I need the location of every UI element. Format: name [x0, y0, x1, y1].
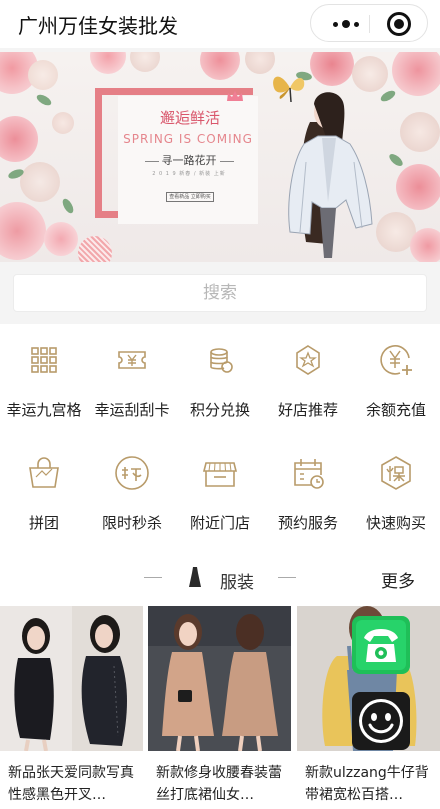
menu-item-label: 快速购买: [365, 514, 426, 532]
menu-item-flash-sale[interactable]: 限时秒杀: [88, 437, 176, 547]
flower-decoration: [310, 52, 354, 86]
menu-item-scratch-card[interactable]: 幸运刮刮卡: [88, 324, 176, 434]
flower-decoration: [410, 228, 440, 262]
menu-item-group-buy[interactable]: 拼团: [0, 437, 88, 547]
flower-decoration: [200, 52, 240, 80]
menu-item-label: 余额充值: [365, 401, 426, 419]
menu-item-label: 积分兑换: [189, 401, 250, 419]
product-card[interactable]: 新品张天爱同款写真性感黑色开叉…: [0, 606, 143, 809]
search-section: 搜索: [0, 262, 440, 324]
smiley-service-icon: [352, 692, 410, 750]
seckill-icon: [115, 456, 149, 490]
banner-button: 查看新品 立即购买: [166, 192, 214, 202]
banner-subtitle: 寻一路花开: [120, 152, 258, 168]
banner-title: 邂逅鲜活: [159, 109, 220, 127]
flower-decoration: [0, 116, 38, 162]
section-header: 服装 更多: [0, 560, 440, 604]
grid-icon: [31, 347, 57, 373]
coins-icon: [210, 348, 233, 373]
menu-item-label: 预约服务: [277, 514, 338, 532]
banner-small-text: 2 0 1 9 新春 / 新装 上新: [152, 171, 226, 177]
menu-item-recommended-shops[interactable]: 好店推荐: [264, 324, 352, 434]
product-name[interactable]: 新款修身收腰春装蕾丝打底裙仙女…: [156, 762, 288, 806]
app-title: 广州万佳女装批发: [18, 14, 178, 38]
dress-icon: [189, 567, 201, 587]
shopping-bag-icon: [29, 457, 59, 488]
flower-decoration: [44, 222, 78, 256]
menu-item-label: 限时秒杀: [101, 514, 162, 532]
section-divider-left: [144, 577, 162, 578]
flower-decoration: [28, 60, 58, 90]
close-program-icon[interactable]: [387, 12, 411, 36]
menu-item-quick-buy[interactable]: 快速购买: [352, 437, 440, 547]
promo-banner[interactable]: 邂逅鲜活 SPRING IS COMING 寻一路花开 2 0 1 9 新春 /…: [0, 52, 440, 262]
flower-decoration: [392, 52, 440, 96]
product-image[interactable]: [148, 606, 291, 751]
leaf-decoration: [35, 92, 53, 108]
storefront-icon: [202, 462, 238, 487]
menu-item-label: 附近门店: [189, 514, 250, 532]
more-options-icon[interactable]: [321, 5, 371, 43]
flower-decoration: [90, 52, 126, 74]
phone-icon: [352, 616, 410, 674]
capsule-divider: [369, 15, 370, 33]
section-divider-right: [278, 577, 296, 578]
menu-item-label: 好店推荐: [277, 401, 338, 419]
badge-star-icon: [296, 345, 320, 375]
mini-program-capsule: [310, 4, 428, 42]
flower-decoration: [52, 112, 74, 134]
crown-icon: [227, 91, 243, 101]
flower-decoration: [130, 52, 160, 72]
section-more-link[interactable]: 更多: [381, 567, 415, 592]
leaf-decoration: [60, 197, 76, 215]
menu-item-points-exchange[interactable]: 积分兑换: [176, 324, 264, 434]
model-illustration: [288, 92, 373, 258]
menu-item-nearby-stores[interactable]: 附近门店: [176, 437, 264, 547]
ticket-icon: [118, 351, 146, 369]
flower-decoration: [396, 164, 440, 210]
menu-item-appointment[interactable]: 预约服务: [264, 437, 352, 547]
yen-plus-icon: [380, 345, 412, 375]
calendar-clock-icon: [294, 459, 324, 489]
flower-decoration: [400, 112, 440, 152]
product-card[interactable]: 新款修身收腰春装蕾丝打底裙仙女…: [148, 606, 291, 809]
menu-item-label: 拼团: [28, 514, 59, 532]
quick-buy-icon: [381, 456, 411, 490]
top-bar: 广州万佳女装批发: [0, 0, 440, 48]
flower-decoration: [20, 162, 60, 202]
product-name[interactable]: 新品张天爱同款写真性感黑色开叉…: [8, 762, 140, 806]
leaf-decoration: [387, 151, 405, 169]
product-name[interactable]: 新款ulzzang牛仔背带裙宽松百搭…: [305, 762, 437, 806]
function-grid: 幸运九宫格 幸运刮刮卡 积分兑换 好店推荐 余额充值 拼团 限时秒杀 附近门店 …: [0, 324, 440, 560]
menu-item-lucky-grid[interactable]: 幸运九宫格: [0, 324, 88, 434]
product-image[interactable]: [0, 606, 143, 751]
menu-item-balance-recharge[interactable]: 余额充值: [352, 324, 440, 434]
striped-circle-decoration: [78, 236, 112, 262]
menu-item-label: 幸运九宫格: [6, 401, 82, 419]
customer-service-button[interactable]: [352, 692, 410, 750]
phone-contact-button[interactable]: [352, 616, 410, 674]
flower-decoration: [0, 202, 46, 260]
section-title: 服装: [220, 573, 254, 593]
leaf-decoration: [379, 88, 397, 104]
banner-english-text: SPRING IS COMING: [123, 132, 253, 146]
menu-item-label: 幸运刮刮卡: [94, 401, 170, 419]
search-input[interactable]: 搜索: [13, 274, 427, 312]
